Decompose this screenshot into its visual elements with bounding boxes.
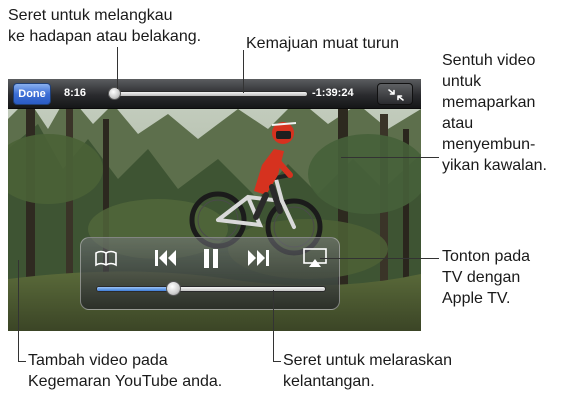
leader-line-bookmark-h: [18, 361, 26, 362]
callout-scrub: Seret untuk melangkau ke hadapan atau be…: [8, 7, 202, 45]
leader-line-volume-v: [273, 290, 274, 361]
playback-scrubber-handle[interactable]: [108, 87, 121, 100]
exit-fullscreen-button[interactable]: [377, 83, 413, 105]
previous-button[interactable]: [151, 246, 179, 270]
volume-slider[interactable]: [96, 286, 326, 292]
remaining-time: -1:39:24: [312, 87, 354, 99]
callout-airplay: Tonton pada TV dengan Apple TV.: [442, 248, 531, 307]
callout-tap-video: Sentuh video untuk memaparkan atau menye…: [442, 52, 547, 174]
skip-forward-icon: [248, 250, 269, 266]
playback-controls-panel: [80, 237, 340, 310]
volume-slider-handle[interactable]: [166, 281, 181, 296]
callout-bookmark: Tambah video pada Kegemaran YouTube anda…: [28, 352, 223, 390]
exit-fullscreen-icon: [388, 89, 404, 101]
leader-line-volume-h: [273, 361, 281, 362]
callout-download-progress: Kemajuan muat turun: [246, 35, 399, 52]
video-screen[interactable]: Done 8:16 -1:39:24: [8, 79, 421, 331]
bookmark-button[interactable]: [93, 246, 119, 270]
elapsed-time: 8:16: [64, 87, 87, 99]
playback-top-bar: Done 8:16 -1:39:24: [8, 79, 421, 109]
book-icon: [95, 250, 117, 267]
done-button[interactable]: Done: [13, 83, 51, 105]
callout-volume: Seret untuk melaraskan kelantangan.: [283, 352, 452, 390]
pause-button[interactable]: [199, 246, 223, 270]
next-button[interactable]: [245, 246, 273, 270]
playback-scrubber[interactable]: [107, 91, 308, 97]
pause-icon: [204, 249, 218, 268]
leader-line-bookmark-v: [18, 260, 19, 361]
leader-line-scrub: [117, 47, 118, 89]
volume-level-fill: [97, 287, 175, 291]
skip-back-icon: [155, 250, 176, 266]
leader-line-airplay: [320, 258, 439, 259]
leader-line-download-progress: [243, 50, 244, 93]
leader-line-tap-video: [341, 157, 439, 158]
